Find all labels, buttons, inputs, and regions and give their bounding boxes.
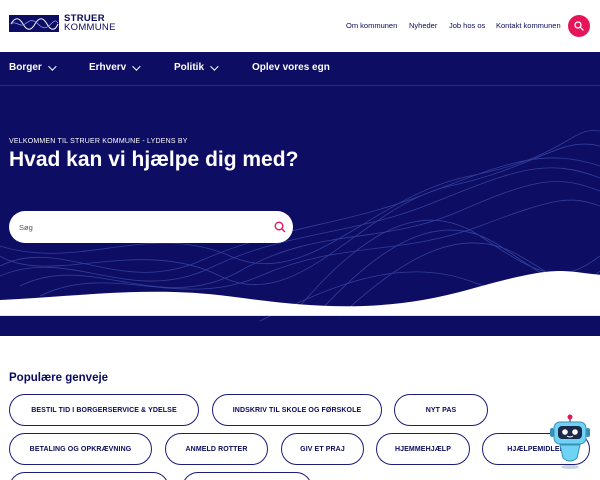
- shortcut-row3-left[interactable]: [9, 472, 169, 480]
- nav-item-label: Politik: [174, 62, 205, 73]
- shortcut-hjemmehjaelp[interactable]: HJEMMEHJÆLP: [376, 433, 470, 465]
- toplink-om-kommunen[interactable]: Om kommunen: [346, 21, 397, 30]
- hero-search-input[interactable]: [19, 219, 259, 235]
- hero-headline: Hvad kan vi hjælpe dig med?: [9, 148, 299, 171]
- search-icon: [574, 21, 584, 31]
- search-icon[interactable]: [273, 220, 287, 234]
- shortcut-nyt-pas[interactable]: NYT PAS: [394, 394, 488, 426]
- nav-item-borger[interactable]: Borger: [9, 61, 57, 73]
- site-header: STRUER KOMMUNE Om kommunen Nyheder Job h…: [0, 0, 600, 52]
- chevron-down-icon: [47, 61, 57, 71]
- logo-text: STRUER KOMMUNE: [64, 14, 116, 33]
- toplink-nyheder[interactable]: Nyheder: [409, 21, 437, 30]
- toplink-job-hos-os[interactable]: Job hos os: [449, 21, 485, 30]
- hero-bottom-wave: [0, 271, 600, 316]
- chevron-down-icon: [132, 61, 141, 71]
- sound-wave-logo-icon: [9, 14, 59, 32]
- shortcuts-title: Populære genveje: [9, 372, 109, 384]
- chatbot-robot-icon[interactable]: [548, 414, 592, 470]
- chevron-down-icon: [210, 61, 219, 71]
- main-navigation: Borger Erhverv Politik Oplev vores egn: [0, 52, 600, 86]
- shortcut-betaling[interactable]: BETALING OG OPKRÆVNING: [9, 433, 152, 465]
- shortcut-anmeld-rotter[interactable]: ANMELD ROTTER: [165, 433, 268, 465]
- nav-item-erhverv[interactable]: Erhverv: [89, 61, 141, 73]
- hero-banner: VELKOMMEN TIL STRUER KOMMUNE - LYDENS BY…: [0, 86, 600, 336]
- nav-item-politik[interactable]: Politik: [174, 61, 219, 73]
- shortcut-indskriv-skole[interactable]: INDSKRIV TIL SKOLE OG FØRSKOLE: [212, 394, 382, 426]
- logo-line-2: KOMMUNE: [64, 22, 116, 33]
- shortcut-row3-mid[interactable]: [182, 472, 312, 480]
- nav-item-label: Borger: [9, 62, 42, 73]
- shortcut-giv-et-praj[interactable]: GIV ET PRAJ: [281, 433, 364, 465]
- shortcut-bestil-tid[interactable]: BESTIL TID I BORGERSERVICE & YDELSE: [9, 394, 199, 426]
- toplink-kontakt-kommunen[interactable]: Kontakt kommunen: [496, 21, 561, 30]
- nav-item-label: Erhverv: [89, 62, 127, 73]
- nav-item-label: Oplev vores egn: [252, 62, 330, 73]
- header-search-button[interactable]: [568, 15, 590, 37]
- nav-item-oplev-vores-egn[interactable]: Oplev vores egn: [252, 62, 330, 73]
- hero-search-box: [9, 211, 293, 243]
- struer-kommune-logo[interactable]: STRUER KOMMUNE: [9, 14, 116, 32]
- hero-kicker: VELKOMMEN TIL STRUER KOMMUNE - LYDENS BY: [9, 138, 188, 145]
